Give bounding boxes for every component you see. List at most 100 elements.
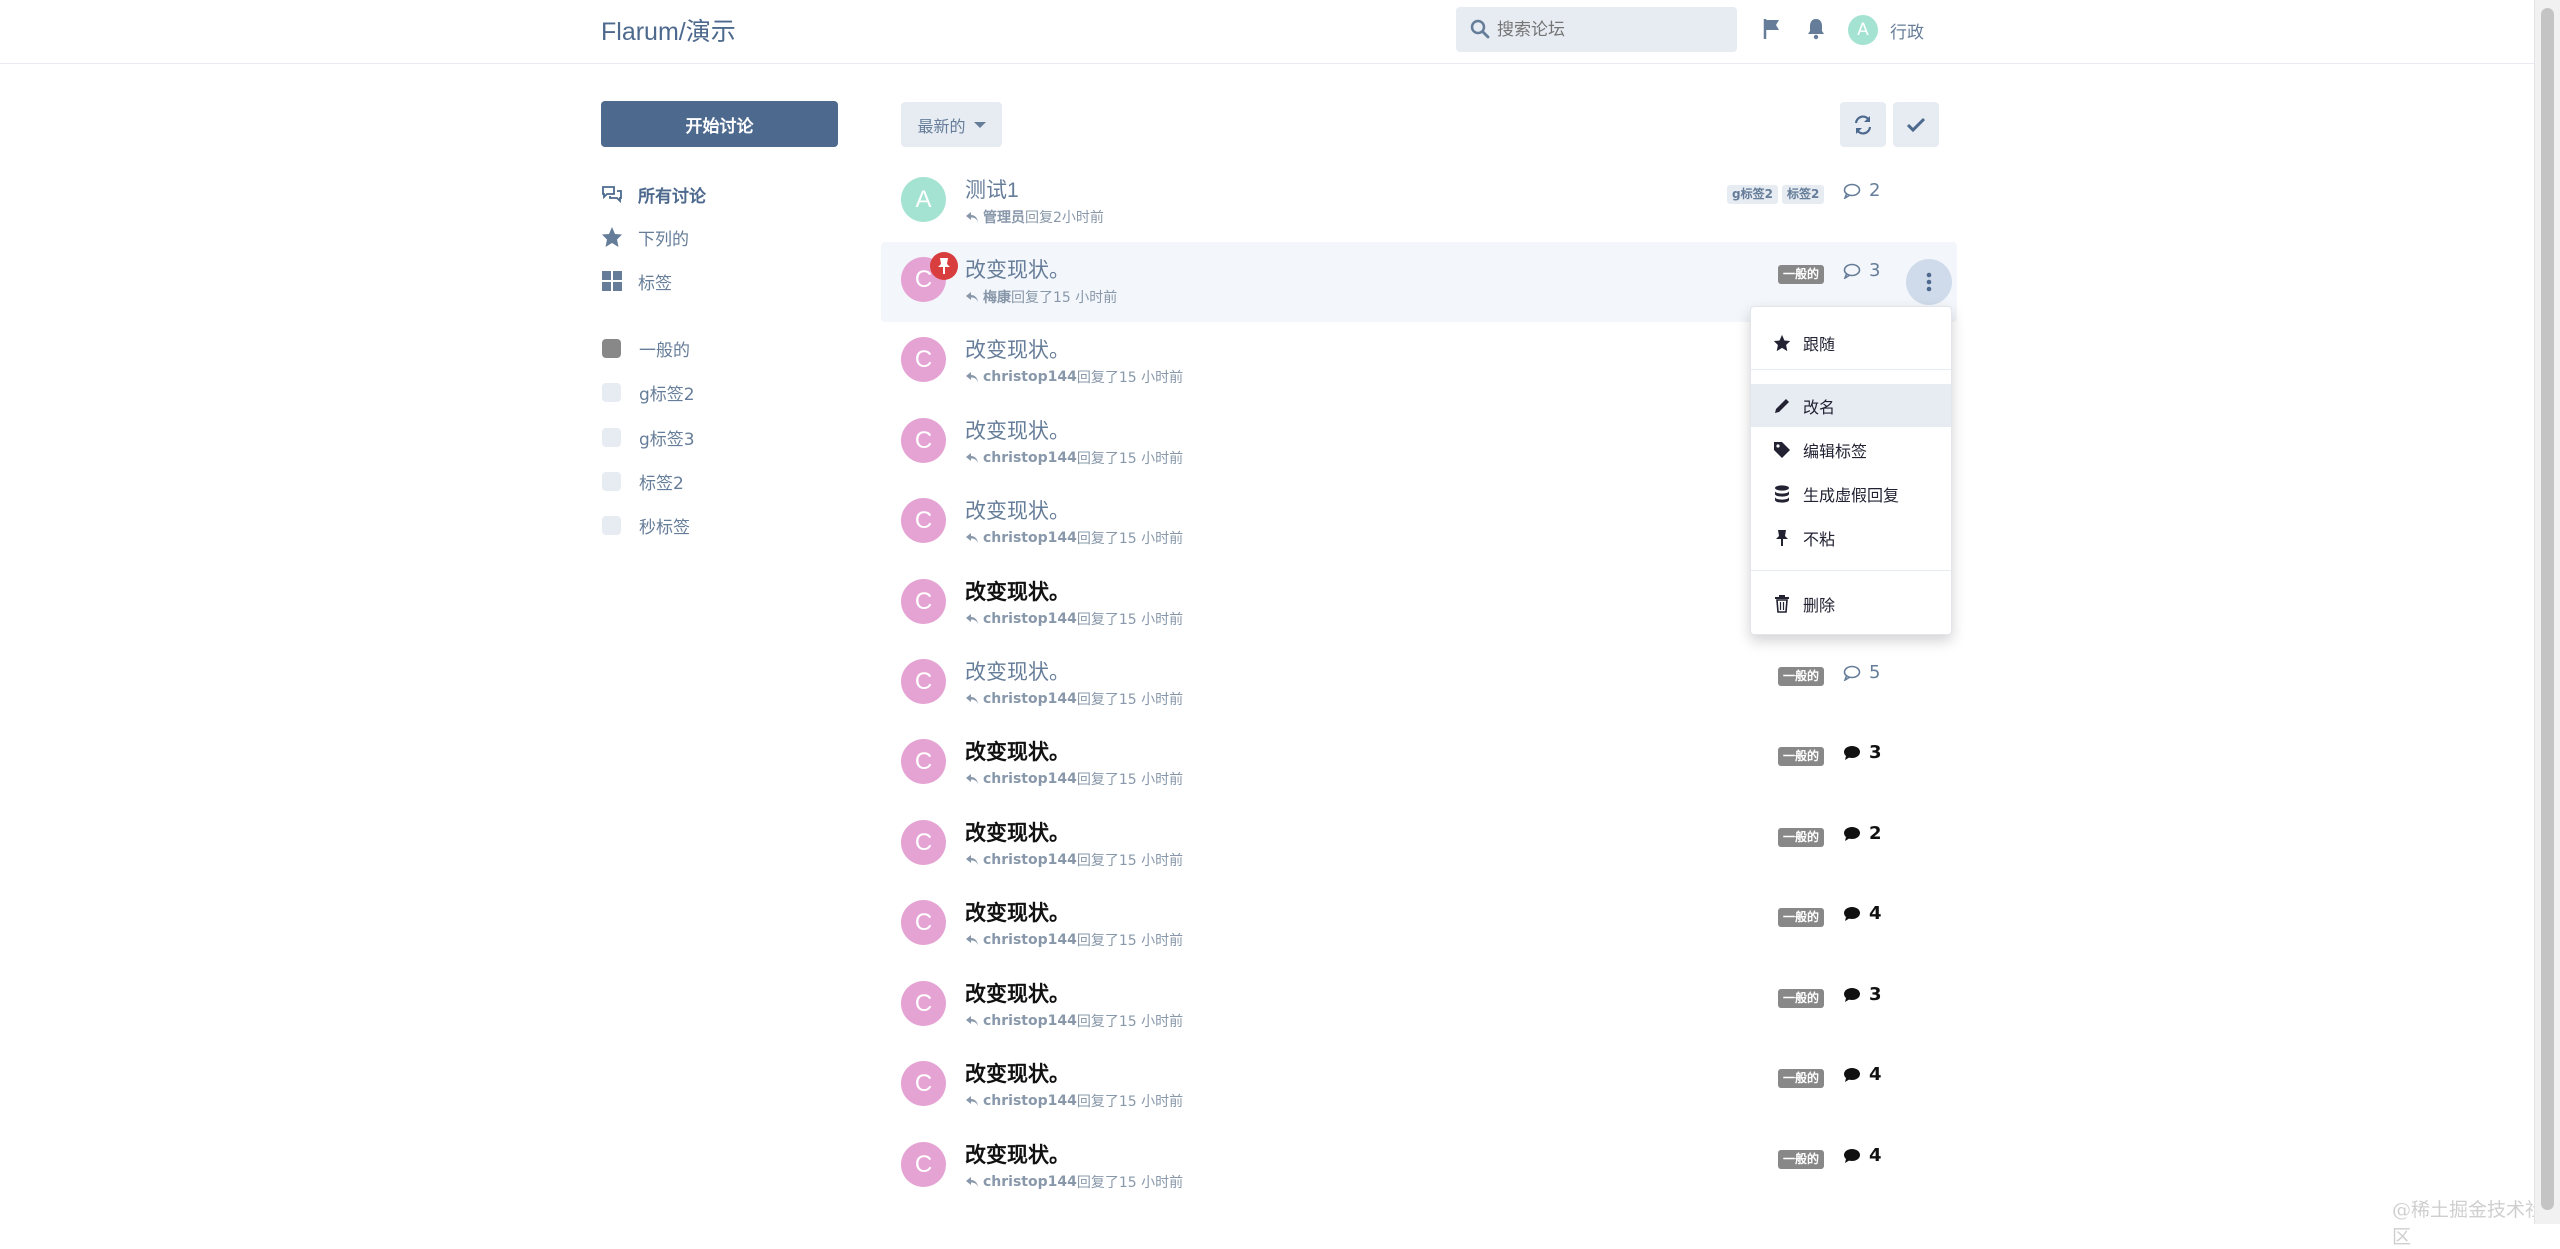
reply-user[interactable]: christop144 [983, 450, 1077, 466]
discussion-row[interactable]: C 改变现状。 christop144 回复了 15 小时前 一般的 3 [881, 966, 1957, 1046]
reply-action: 回复了 [1076, 531, 1119, 547]
discussion-row[interactable]: C 改变现状。 christop144 回复了 15 小时前 一般的 4 [881, 1046, 1957, 1126]
discussion-title[interactable]: 改变现状。 [965, 656, 1070, 686]
tag-badge[interactable]: 一般的 [1778, 747, 1825, 766]
reply-time: 2小时前 [1053, 210, 1104, 226]
reply-user[interactable]: christop144 [983, 1013, 1077, 1029]
tag-badge[interactable]: 一般的 [1778, 1150, 1825, 1169]
discussion-controls-button[interactable] [1906, 259, 1952, 305]
discussion-row[interactable]: A 测试1 管理员 回复 2小时前 g标签2 标签2 2 [881, 162, 1957, 242]
tag-badge[interactable]: 一般的 [1778, 989, 1825, 1008]
discussion-title[interactable]: 改变现状。 [965, 495, 1070, 525]
discussion-title[interactable]: 改变现状。 [965, 1058, 1070, 1088]
reply-user[interactable]: christop144 [983, 1093, 1077, 1109]
reply-user[interactable]: christop144 [983, 369, 1077, 385]
avatar[interactable]: C [901, 739, 946, 784]
reply-user[interactable]: 管理员 [983, 207, 1025, 227]
nav-all-discussions[interactable]: 所有讨论 [601, 179, 706, 209]
tag-badge[interactable]: 一般的 [1778, 908, 1825, 927]
discussion-title[interactable]: 改变现状。 [965, 254, 1070, 284]
tag-item-g2[interactable]: g标签2 [601, 377, 695, 407]
search-box[interactable] [1456, 7, 1737, 52]
reply-action: 回复了 [1076, 451, 1119, 467]
tag-badge[interactable]: 一般的 [1778, 828, 1825, 847]
forum-brand[interactable]: Flarum/演示 [601, 12, 736, 48]
reply-time: 15 小时前 [1118, 692, 1184, 708]
discussion-title[interactable]: 改变现状。 [965, 817, 1070, 847]
avatar[interactable]: C [901, 1061, 946, 1106]
mark-all-read-button[interactable] [1893, 102, 1939, 147]
discussion-row[interactable]: C 改变现状。 christop144 回复了 15 小时前 一般的 3 [881, 724, 1957, 804]
reply-user[interactable]: christop144 [983, 530, 1077, 546]
tag-item-g3[interactable]: g标签3 [601, 422, 695, 452]
menu-generate-fake-replies[interactable]: 生成虚假回复 [1751, 472, 1951, 515]
menu-unsticky[interactable]: 不粘 [1751, 516, 1951, 559]
avatar[interactable]: C [901, 418, 946, 463]
discussion-row[interactable]: C 改变现状。 christop144 回复了 15 小时前 一般的 5 [881, 644, 1957, 724]
reply-action: 回复了 [1076, 1175, 1119, 1191]
discussion-tags: 一般的 [1778, 989, 1825, 1008]
avatar[interactable]: C [901, 337, 946, 382]
reply-user[interactable]: 梅康 [983, 287, 1011, 307]
discussion-tags: 一般的 [1778, 828, 1825, 847]
refresh-button[interactable] [1840, 102, 1886, 147]
tag-item-general[interactable]: 一般的 [601, 333, 690, 363]
avatar[interactable]: A [901, 177, 946, 222]
tag-badge[interactable]: g标签2 [1727, 185, 1778, 204]
avatar[interactable]: C [901, 900, 946, 945]
bell-icon[interactable] [1804, 17, 1828, 41]
nav-following[interactable]: 下列的 [601, 222, 689, 252]
reply-user[interactable]: christop144 [983, 852, 1077, 868]
discussion-meta: christop144 回复了 15 小时前 [965, 448, 1183, 468]
tag-badge[interactable]: 标签2 [1781, 185, 1825, 204]
discussion-tags: 一般的 [1778, 265, 1825, 284]
scrollbar-thumb[interactable] [2541, 8, 2554, 1210]
reply-count-value: 4 [1869, 1145, 1882, 1166]
flag-icon[interactable] [1760, 17, 1784, 41]
discussion-title[interactable]: 测试1 [965, 174, 1019, 204]
start-discussion-button[interactable]: 开始讨论 [601, 101, 838, 147]
discussion-title[interactable]: 改变现状。 [965, 415, 1070, 445]
discussion-row[interactable]: C 改变现状。 christop144 回复了 15 小时前 一般的 4 [881, 885, 1957, 965]
user-menu[interactable]: A 行政 [1848, 14, 1924, 46]
thumbtack-icon [938, 258, 950, 274]
discussion-title[interactable]: 改变现状。 [965, 1139, 1070, 1169]
discussion-title[interactable]: 改变现状。 [965, 736, 1070, 766]
nav-tags[interactable]: 标签 [601, 266, 672, 296]
reply-user[interactable]: christop144 [983, 771, 1077, 787]
sort-dropdown[interactable]: 最新的 [901, 102, 1002, 147]
reply-user[interactable]: christop144 [983, 611, 1077, 627]
search-icon [1470, 19, 1490, 39]
tag-item-seconds[interactable]: 秒标签 [601, 510, 690, 540]
menu-label: 删除 [1803, 597, 1836, 615]
avatar[interactable]: C [901, 981, 946, 1026]
page-scrollbar[interactable] [2534, 0, 2560, 1224]
avatar[interactable]: C [901, 1142, 946, 1187]
reply-user[interactable]: christop144 [983, 1174, 1077, 1190]
tag-item-tag2[interactable]: 标签2 [601, 466, 684, 496]
avatar[interactable]: C [901, 659, 946, 704]
reply-user[interactable]: christop144 [983, 691, 1077, 707]
tag-badge[interactable]: 一般的 [1778, 1069, 1825, 1088]
discussion-meta: 管理员 回复 2小时前 [965, 207, 1104, 227]
menu-delete[interactable]: 删除 [1751, 582, 1951, 625]
discussion-title[interactable]: 改变现状。 [965, 334, 1070, 364]
reply-user[interactable]: christop144 [983, 932, 1077, 948]
tag-badge[interactable]: 一般的 [1778, 667, 1825, 686]
avatar[interactable]: C [901, 579, 946, 624]
discussion-row[interactable]: C 改变现状。 christop144 回复了 15 小时前 一般的 2 [881, 805, 1957, 885]
pinned-badge [930, 252, 958, 280]
tag-badge[interactable]: 一般的 [1778, 265, 1825, 284]
discussion-title[interactable]: 改变现状。 [965, 978, 1070, 1008]
search-input[interactable] [1497, 7, 1727, 52]
discussion-row[interactable]: C 改变现状。 christop144 回复了 15 小时前 一般的 4 [881, 1127, 1957, 1207]
avatar[interactable]: C [901, 498, 946, 543]
menu-follow[interactable]: 跟随 [1751, 321, 1951, 364]
menu-rename[interactable]: 改名 [1751, 384, 1951, 427]
reply-time: 15 小时前 [1118, 531, 1184, 547]
discussion-title[interactable]: 改变现状。 [965, 576, 1070, 606]
avatar[interactable]: C [901, 820, 946, 865]
reply-action: 回复了 [1076, 612, 1119, 628]
discussion-title[interactable]: 改变现状。 [965, 897, 1070, 927]
menu-edit-tags[interactable]: 编辑标签 [1751, 428, 1951, 471]
